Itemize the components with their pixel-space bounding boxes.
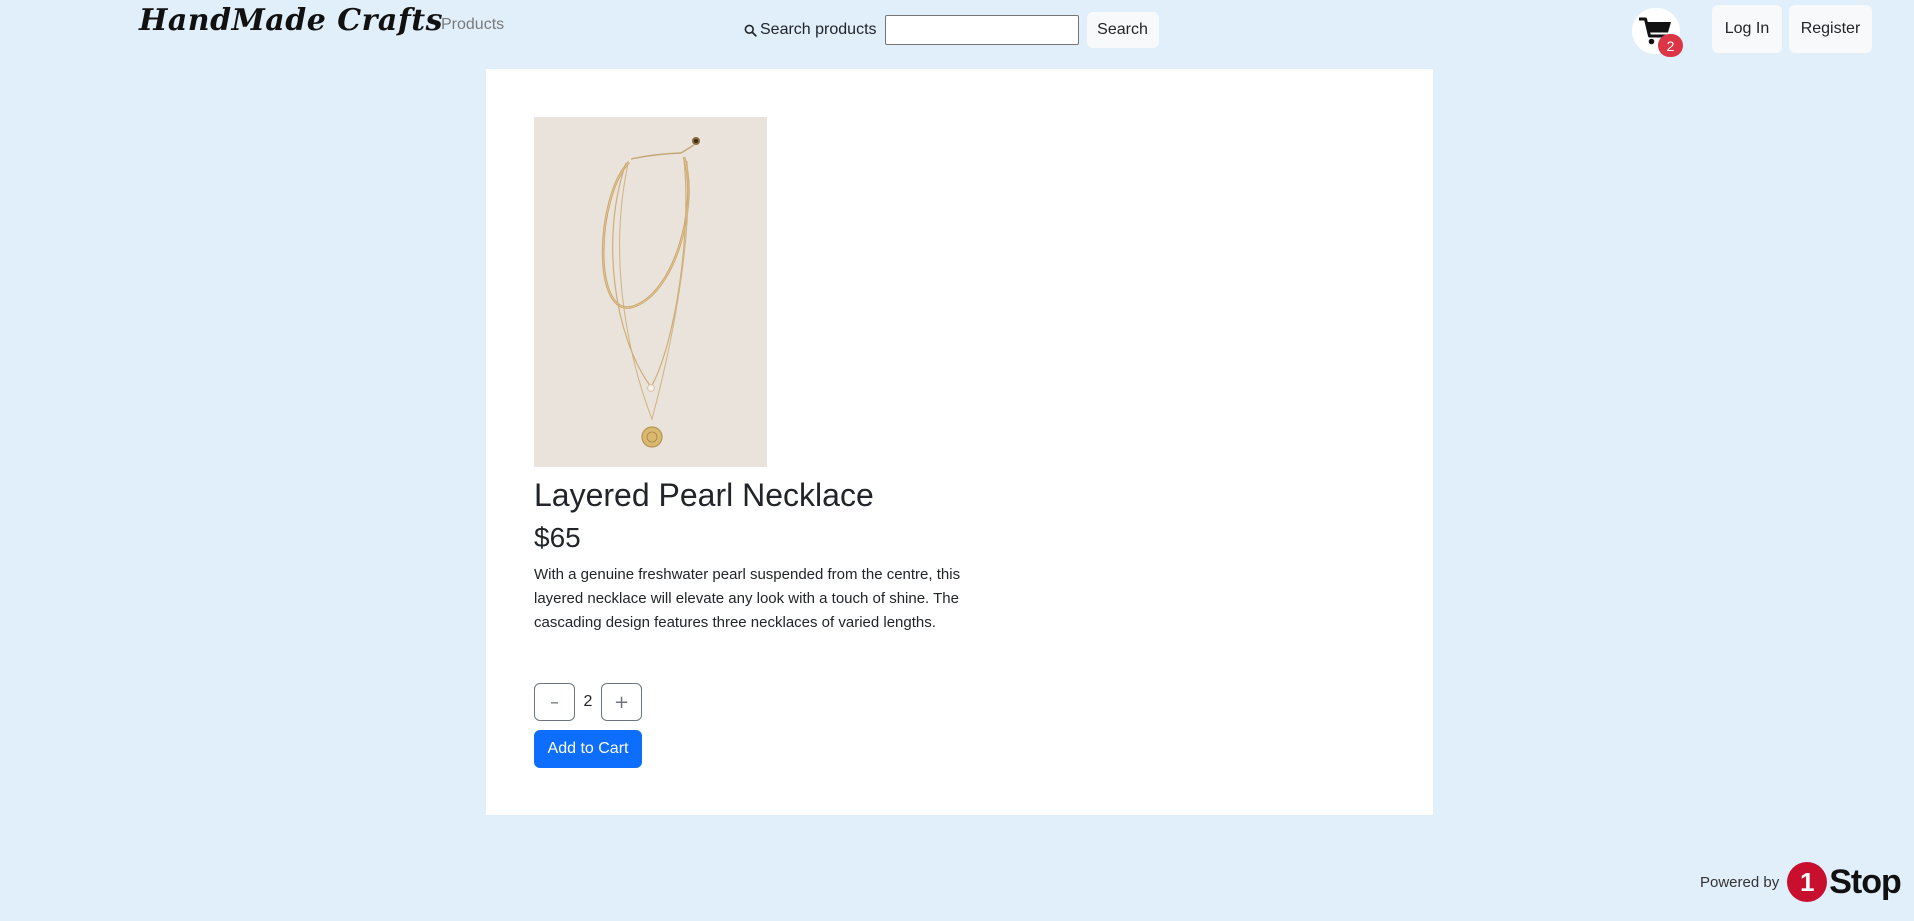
register-button[interactable]: Register (1789, 5, 1872, 53)
quantity-value: 2 (583, 693, 593, 710)
onestop-logo-word[interactable]: Stop (1829, 863, 1902, 902)
increase-quantity-button[interactable]: + (601, 683, 642, 721)
onestop-logo-circle[interactable]: 1 (1787, 862, 1828, 902)
brand-logo[interactable]: HandMade Crafts (139, 3, 443, 38)
cart-count-badge: 2 (1658, 34, 1683, 57)
powered-by: Powered by 1 Stop (1700, 862, 1902, 902)
navbar: HandMade Crafts Products Search products… (0, 0, 1914, 60)
product-title: Layered Pearl Necklace (534, 477, 874, 513)
quantity-stepper: – 2 + (534, 683, 642, 721)
search-form: Search products Search (744, 12, 1159, 48)
powered-by-text: Powered by (1700, 873, 1780, 891)
product-price: $65 (534, 522, 581, 553)
login-button[interactable]: Log In (1712, 5, 1782, 53)
product-card: Layered Pearl Necklace $65 With a genuin… (486, 69, 1433, 815)
product-image (534, 117, 767, 467)
search-label-text: Search products (760, 21, 877, 38)
search-button[interactable]: Search (1086, 12, 1159, 48)
cart-button[interactable]: 2 (1632, 8, 1683, 57)
add-to-cart-button[interactable]: Add to Cart (534, 730, 642, 768)
decrease-quantity-button[interactable]: – (534, 683, 575, 721)
nav-link-products[interactable]: Products (441, 16, 504, 34)
search-icon (744, 24, 757, 37)
product-description: With a genuine freshwater pearl suspende… (534, 566, 961, 631)
search-input[interactable] (884, 15, 1079, 45)
search-label: Search products (744, 21, 877, 39)
